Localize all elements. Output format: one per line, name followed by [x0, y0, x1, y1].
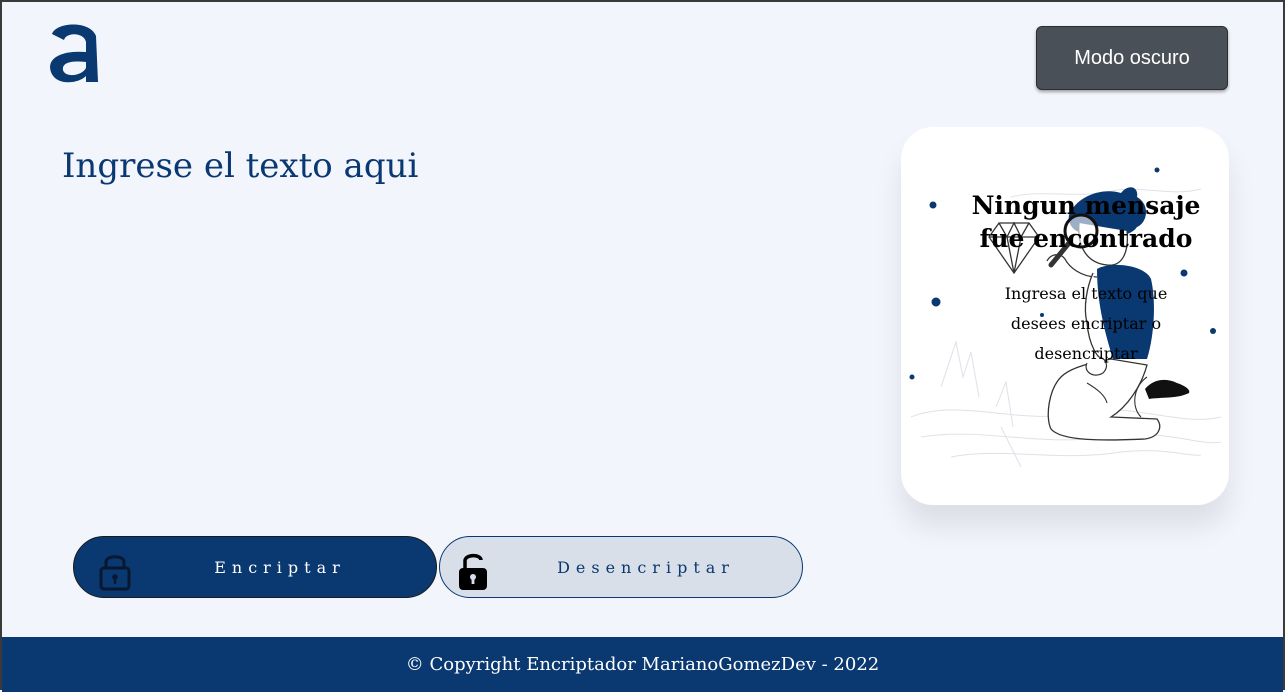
- lock-open-icon: [459, 553, 487, 590]
- lock-closed-icon: [99, 555, 131, 591]
- footer-copyright: © Copyright Encriptador MarianoGomezDev …: [405, 654, 880, 675]
- decrypt-button-label: Desencriptar: [557, 557, 735, 577]
- footer: © Copyright Encriptador MarianoGomezDev …: [2, 637, 1283, 692]
- card-text: Ingresa el texto que desees encriptar o …: [1004, 284, 1168, 363]
- output-card: Ningun mensaje fue encontrado Ingresa el…: [901, 127, 1229, 505]
- card-title: Ningun mensaje fue encontrado: [971, 191, 1201, 253]
- decrypt-button[interactable]: Desencriptar: [439, 536, 803, 598]
- encrypt-button-label: Encriptar: [214, 557, 346, 577]
- alura-logo-icon: [50, 24, 98, 83]
- encrypt-button[interactable]: Encriptar: [73, 536, 437, 598]
- text-input[interactable]: [62, 146, 842, 506]
- dark-mode-button[interactable]: Modo oscuro: [1036, 26, 1228, 90]
